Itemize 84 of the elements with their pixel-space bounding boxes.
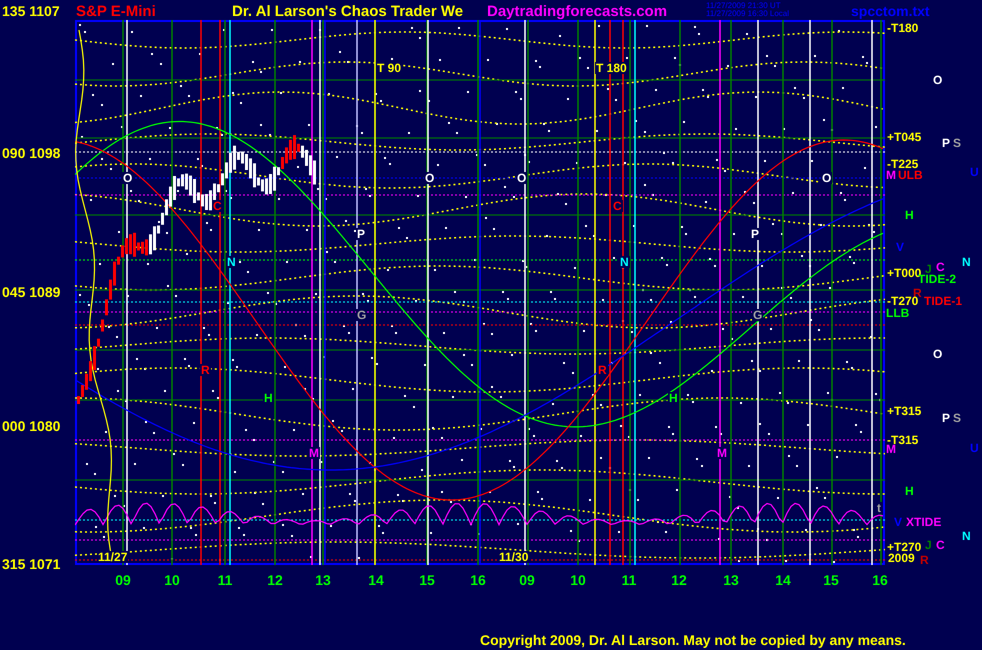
time-label: 09 [519, 573, 535, 587]
price-label: 315 1071 [2, 557, 60, 571]
chart-side-label: U [970, 442, 979, 454]
chart-side-label: O [933, 74, 942, 86]
chart-marker-label: R [597, 364, 608, 376]
chart-side-label: M [886, 169, 896, 181]
chart-marker-label: M [716, 447, 728, 459]
time-label: 16 [470, 573, 486, 587]
chart-marker-label: O [516, 172, 528, 184]
chart-side-label: U [970, 166, 979, 178]
website-name: Daytradingforecasts.com [487, 4, 668, 19]
price-label: 045 1089 [2, 285, 60, 299]
time-label: 10 [164, 573, 180, 587]
chart-marker-label: t [876, 502, 882, 514]
chart-side-label: LLB [886, 307, 910, 319]
chart-side-label: S [953, 412, 962, 424]
chart-side-label: M [886, 443, 896, 455]
time-label: 15 [823, 573, 839, 587]
time-label: 14 [775, 573, 791, 587]
time-label: 16 [872, 573, 888, 587]
chart-side-label: V [896, 241, 904, 253]
chart-side-label: H [905, 209, 914, 221]
time-label: 14 [368, 573, 384, 587]
chart-marker-label: H [668, 392, 679, 404]
chart-side-label: J [925, 263, 932, 275]
time-label: 15 [419, 573, 435, 587]
chart-symbol: S&P E-Mini [76, 4, 156, 19]
chart-marker-label: O [122, 172, 134, 184]
timestamp: 11/27/2009 16:30 Local [706, 10, 790, 18]
chart-marker-label: P [750, 228, 760, 240]
file-name: spcctom.txt [851, 4, 930, 18]
chart-side-label: N [962, 256, 971, 268]
time-label: 11 [622, 573, 636, 587]
chart-side-label: +T270 [887, 541, 922, 553]
chart-marker-label: N [619, 256, 630, 268]
chart-side-label: S [953, 137, 962, 149]
chart-side-label: R [920, 554, 929, 566]
chart-side-label: O [933, 348, 942, 360]
chart-marker-label: O [424, 172, 436, 184]
time-label: 12 [671, 573, 687, 587]
chart-marker-label: 11/30 [498, 551, 530, 563]
chart-side-label: XTIDE [906, 516, 942, 528]
price-label: 000 1080 [2, 419, 60, 433]
time-label: 10 [570, 573, 586, 587]
chart-side-label: -T225 [887, 158, 918, 170]
chart-marker-label: 11/27 [97, 551, 128, 563]
chart-side-label: +T045 [887, 131, 922, 143]
chart-marker-label: T 90 [376, 62, 402, 74]
chart-side-label: TIDE-1 [924, 295, 962, 307]
chart-marker-label: M [308, 447, 320, 459]
chart-marker-label: H [263, 392, 274, 404]
time-label: 12 [267, 573, 283, 587]
timestamp: 11/27/2009 21:30 UT [706, 2, 781, 10]
chart-marker-label: R [200, 364, 211, 376]
chart-side-label: V [894, 516, 902, 528]
time-label: 13 [315, 573, 331, 587]
chart-side-label: J [925, 539, 932, 551]
chart-side-label: 2009 [888, 552, 915, 564]
chart-marker-label: G [356, 309, 368, 321]
price-label: 135 1107 [2, 4, 60, 18]
time-label: 11 [218, 573, 232, 587]
chart-marker-label: P [356, 228, 366, 240]
chart-marker-label: G [752, 309, 764, 321]
chart-marker-label: N [226, 256, 237, 268]
chart-side-label: +T315 [887, 405, 922, 417]
chart-title: Dr. Al Larson's Chaos Trader We [232, 4, 464, 19]
chart-marker-label: O [821, 172, 832, 184]
chart-marker-label: T 180 [595, 62, 628, 74]
chart-marker-label: C [212, 200, 223, 212]
chart-side-label: C [936, 261, 945, 273]
chart-side-label: -T180 [887, 22, 918, 34]
time-label: 09 [115, 573, 131, 587]
chart-side-label: N [962, 530, 971, 542]
price-label: 090 1098 [2, 146, 60, 160]
chart-side-label: ULB [898, 169, 923, 181]
chart-side-label: P [942, 137, 950, 149]
chart-marker-label: C [612, 200, 623, 212]
time-label: 13 [723, 573, 739, 587]
chart-side-label: H [905, 485, 914, 497]
chart-side-label: P [942, 412, 950, 424]
chart-side-label: -T315 [887, 434, 918, 446]
copyright-text: Copyright 2009, Dr. Al Larson. May not be copied by any means. [480, 633, 906, 647]
chart-side-label: -T270 [887, 295, 918, 307]
chart-side-label: C [936, 539, 945, 551]
